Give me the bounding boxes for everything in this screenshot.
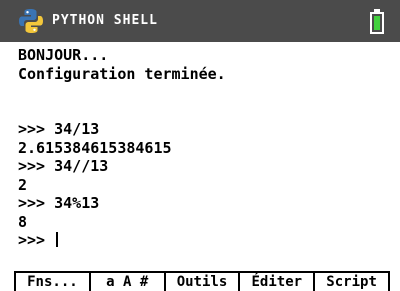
console-line: >>> 34%13 [18, 194, 100, 212]
console-line: Configuration terminée. [18, 64, 226, 83]
battery-icon [370, 12, 384, 34]
python-logo-icon [19, 9, 43, 33]
window-title: PYTHON SHELL [52, 13, 158, 28]
console-line: >>> 34/13 [18, 120, 100, 138]
menu-script[interactable]: Script [313, 273, 390, 291]
shell-console[interactable]: BONJOUR... Configuration terminée. >>> 3… [18, 46, 388, 266]
softkey-menu-bar: Fns... a A # Outils Éditer Script [14, 271, 390, 291]
console-line: BONJOUR... [18, 46, 109, 64]
menu-editer[interactable]: Éditer [238, 273, 313, 291]
console-prompt-line[interactable]: >>> [18, 231, 388, 250]
console-line: 8 [18, 212, 28, 231]
title-bar: PYTHON SHELL [0, 0, 400, 42]
console-line: 2.615384615384615 [18, 138, 172, 157]
prompt: >>> [18, 231, 55, 249]
console-line: >>> 34//13 [18, 157, 109, 175]
battery-level-fill [374, 16, 380, 30]
console-line: 2 [18, 175, 28, 194]
menu-outils[interactable]: Outils [163, 273, 239, 291]
text-cursor [56, 232, 59, 247]
menu-fns[interactable]: Fns... [14, 273, 89, 291]
menu-char-mode[interactable]: a A # [88, 273, 164, 291]
